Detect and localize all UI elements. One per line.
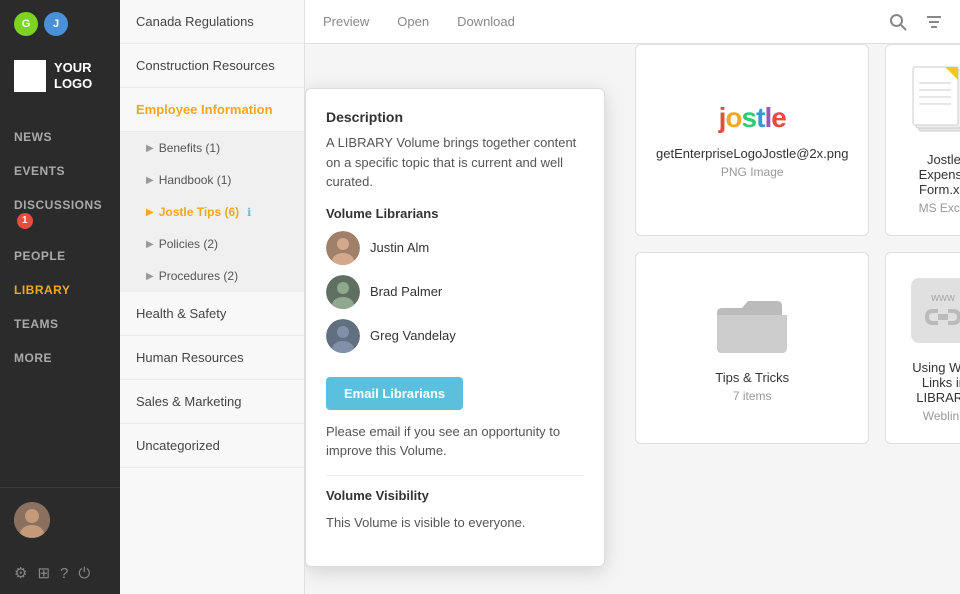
librarian-avatar-greg — [326, 319, 360, 353]
card-expense-form[interactable]: Jostle Expense Form.xls MS Excel — [885, 44, 960, 236]
sidebar: G J YOURLOGO NEWS EVENTS DISCUSSIONS1 PE… — [0, 0, 120, 594]
librarian-avatar-brad — [326, 275, 360, 309]
librarian-name-greg: Greg Vandelay — [370, 328, 456, 343]
logo-text: YOURLOGO — [54, 60, 92, 91]
popup-visibility-text: This Volume is visible to everyone. — [326, 513, 584, 533]
sub-item-handbook[interactable]: ▶ Handbook (1) — [120, 164, 304, 196]
sub-item-policies[interactable]: ▶ Policies (2) — [120, 228, 304, 260]
circle-j[interactable]: J — [44, 12, 68, 36]
popup-description-text: A LIBRARY Volume brings together content… — [326, 133, 584, 192]
popup-description-title: Description — [326, 109, 584, 125]
sub-items-employee: ▶ Benefits (1) ▶ Handbook (1) ▶ Jostle T… — [120, 132, 304, 292]
card-weblink-subtitle: Weblink — [923, 409, 960, 423]
expense-form-icon — [909, 65, 960, 140]
info-popup: Description A LIBRARY Volume brings toge… — [305, 88, 605, 567]
topbar-download[interactable]: Download — [455, 10, 517, 33]
sidebar2-construction-resources[interactable]: Construction Resources — [120, 44, 304, 88]
popup-visibility-title: Volume Visibility — [326, 488, 584, 503]
jostle-logo-icon: jostle — [719, 102, 786, 134]
card-jostle-logo-png[interactable]: jostle getEnterpriseLogoJostle@2x.png PN… — [635, 44, 869, 236]
chevron-icon: ▶ — [146, 271, 154, 282]
librarian-item-brad: Brad Palmer — [326, 275, 584, 309]
content-area: Description A LIBRARY Volume brings toge… — [305, 44, 960, 594]
info-icon: ℹ — [247, 206, 251, 219]
card-weblink-title: Using Web Links in LIBRARY — [906, 360, 960, 405]
logo-circles: G J — [0, 0, 120, 42]
librarian-name-brad: Brad Palmer — [370, 284, 442, 299]
sidebar-item-discussions[interactable]: DISCUSSIONS1 — [0, 188, 120, 239]
sidebar-logo: YOURLOGO — [0, 42, 120, 110]
sidebar-item-people[interactable]: PEOPLE — [0, 239, 120, 273]
chevron-icon: ▶ — [146, 143, 154, 154]
sidebar2-employee-information[interactable]: Employee Information — [120, 88, 304, 132]
logo-box — [14, 60, 46, 92]
librarian-item-justin: Justin Alm — [326, 231, 584, 265]
svg-text:www: www — [931, 292, 956, 304]
card-expense-form-subtitle: MS Excel — [919, 201, 960, 215]
email-librarians-button[interactable]: Email Librarians — [326, 377, 463, 410]
sidebar-item-teams[interactable]: TEAMS — [0, 307, 120, 341]
circle-g[interactable]: G — [14, 12, 38, 36]
popup-note: Please email if you see an opportunity t… — [326, 422, 584, 461]
search-icon[interactable] — [888, 12, 908, 32]
second-sidebar: Canada Regulations Construction Resource… — [120, 0, 305, 594]
settings-icon[interactable]: ⚙ — [14, 564, 27, 582]
sidebar-item-news[interactable]: NEWS — [0, 120, 120, 154]
card-folder-title: Tips & Tricks — [715, 370, 789, 385]
sidebar-item-library[interactable]: LIBRARY — [0, 273, 120, 307]
librarian-item-greg: Greg Vandelay — [326, 319, 584, 353]
sidebar-icons-bottom: ⚙ ⊞ ? ⏻ — [0, 552, 120, 594]
topbar-open[interactable]: Open — [395, 10, 431, 33]
sidebar2-uncategorized[interactable]: Uncategorized — [120, 424, 304, 468]
topbar-preview[interactable]: Preview — [321, 10, 371, 33]
chevron-icon: ▶ — [146, 207, 154, 218]
popup-divider — [326, 475, 584, 476]
card-weblink[interactable]: www Using Web Links in LIBRARY Weblink — [885, 252, 960, 444]
weblink-icon: www — [906, 273, 960, 348]
popup-librarians-title: Volume Librarians — [326, 206, 584, 221]
user-avatar[interactable] — [14, 502, 50, 538]
card-jostle-logo-title: getEnterpriseLogoJostle@2x.png — [656, 146, 848, 161]
sidebar2-health-safety[interactable]: Health & Safety — [120, 292, 304, 336]
sidebar-item-events[interactable]: EVENTS — [0, 154, 120, 188]
discussions-badge: 1 — [17, 213, 33, 229]
equalizer-icon[interactable]: ⊞ — [37, 564, 50, 582]
help-icon[interactable]: ? — [60, 565, 68, 582]
content-grid: jostle getEnterpriseLogoJostle@2x.png PN… — [635, 44, 940, 444]
folder-icon — [712, 293, 792, 358]
sidebar-nav: NEWS EVENTS DISCUSSIONS1 PEOPLE LIBRARY … — [0, 110, 120, 487]
topbar-right — [888, 12, 944, 32]
chevron-icon: ▶ — [146, 175, 154, 186]
card-folder[interactable]: Tips & Tricks 7 items — [635, 252, 869, 444]
topbar: Preview Open Download — [305, 0, 960, 44]
chevron-icon: ▶ — [146, 239, 154, 250]
sidebar2-human-resources[interactable]: Human Resources — [120, 336, 304, 380]
sub-item-benefits[interactable]: ▶ Benefits (1) — [120, 132, 304, 164]
card-folder-subtitle: 7 items — [733, 389, 772, 403]
card-jostle-logo-subtitle: PNG Image — [721, 165, 784, 179]
sub-item-procedures[interactable]: ▶ Procedures (2) — [120, 260, 304, 292]
sidebar2-canada-regulations[interactable]: Canada Regulations — [120, 0, 304, 44]
sub-item-jostle-tips[interactable]: ▶ Jostle Tips (6) ℹ — [120, 196, 304, 228]
sidebar-item-more[interactable]: MORE — [0, 341, 120, 375]
sidebar2-sales-marketing[interactable]: Sales & Marketing — [120, 380, 304, 424]
card-expense-form-title: Jostle Expense Form.xls — [906, 152, 960, 197]
librarian-avatar-justin — [326, 231, 360, 265]
main: Preview Open Download Description — [305, 0, 960, 594]
power-icon[interactable]: ⏻ — [78, 565, 90, 582]
sidebar-bottom — [0, 487, 120, 552]
filter-icon[interactable] — [924, 12, 944, 32]
librarian-name-justin: Justin Alm — [370, 240, 429, 255]
